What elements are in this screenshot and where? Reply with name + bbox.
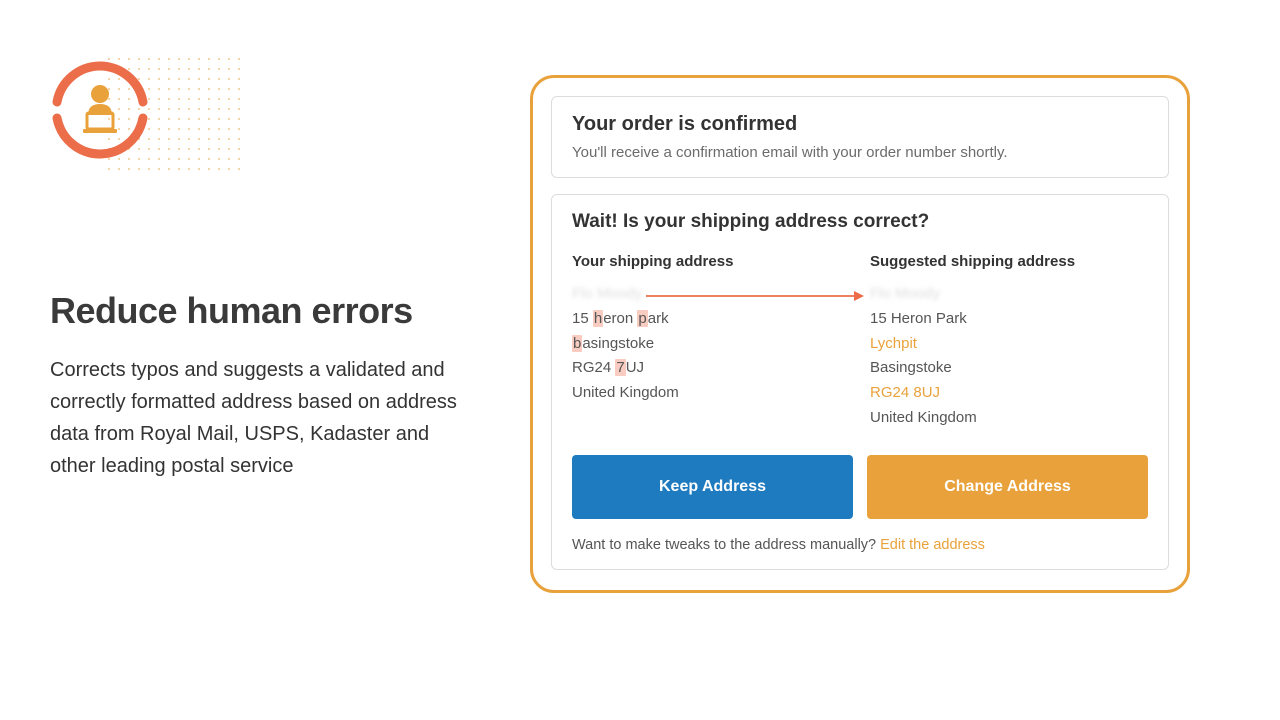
- validator-heading: Wait! Is your shipping address correct?: [572, 211, 1148, 233]
- headline: Reduce human errors: [50, 290, 470, 332]
- your-country: United Kingdom: [572, 381, 850, 406]
- suggested-line4: RG24 8UJ: [870, 381, 1148, 406]
- suggested-address-col: Suggested shipping address Flo Moody 15 …: [870, 253, 1148, 431]
- suggested-name-blurred: Flo Moody: [870, 282, 1148, 307]
- user-laptop-icon: [50, 60, 150, 160]
- confirm-subtitle: You'll receive a confirmation email with…: [572, 144, 1148, 161]
- suggested-line3: Basingstoke: [870, 356, 1148, 381]
- demo-panel: Your order is confirmed You'll receive a…: [530, 75, 1190, 593]
- your-name-blurred: Flo Moody: [572, 282, 850, 307]
- suggested-address-label: Suggested shipping address: [870, 253, 1148, 270]
- order-confirmed-card: Your order is confirmed You'll receive a…: [551, 96, 1169, 178]
- hero-icon: [50, 60, 150, 160]
- suggested-line1: 15 Heron Park: [870, 307, 1148, 332]
- your-address-col: Your shipping address Flo Moody 15 heron…: [572, 253, 850, 431]
- your-line1: 15 heron park: [572, 307, 850, 332]
- your-line2: basingstoke: [572, 332, 850, 357]
- change-address-button[interactable]: Change Address: [867, 455, 1148, 519]
- keep-address-button[interactable]: Keep Address: [572, 455, 853, 519]
- address-validator-card: Wait! Is your shipping address correct? …: [551, 194, 1169, 570]
- manual-edit-prompt: Want to make tweaks to the address manua…: [572, 537, 1148, 553]
- suggested-country: United Kingdom: [870, 406, 1148, 431]
- suggested-line2: Lychpit: [870, 332, 1148, 357]
- confirm-title: Your order is confirmed: [572, 113, 1148, 136]
- edit-address-link[interactable]: Edit the address: [880, 537, 985, 553]
- description: Corrects typos and suggests a validated …: [50, 354, 470, 482]
- your-address-label: Your shipping address: [572, 253, 850, 270]
- your-line3: RG24 7UJ: [572, 356, 850, 381]
